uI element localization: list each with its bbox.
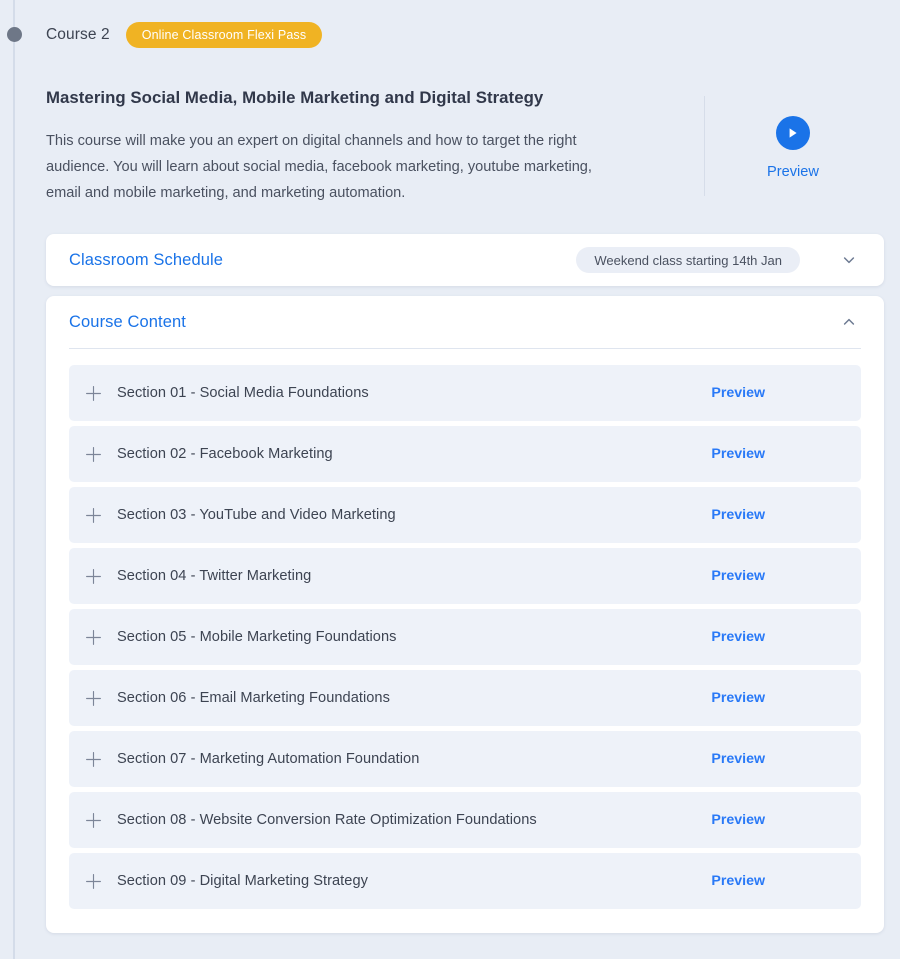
course-preview-button[interactable]: Preview — [767, 116, 819, 180]
section-title: Section 05 - Mobile Marketing Foundation… — [117, 629, 397, 645]
course-intro-text: Mastering Social Media, Mobile Marketing… — [46, 88, 656, 206]
course-preview-label: Preview — [767, 164, 819, 180]
section-row[interactable]: Section 08 - Website Conversion Rate Opt… — [69, 792, 861, 848]
timeline-dot — [7, 27, 22, 42]
course-number-label: Course 2 — [46, 26, 110, 43]
course-description: This course will make you an expert on d… — [46, 132, 592, 201]
section-row[interactable]: Section 09 - Digital Marketing Strategy P… — [69, 853, 861, 909]
plus-icon[interactable] — [83, 505, 103, 525]
plus-icon[interactable] — [83, 688, 103, 708]
classroom-schedule-title: Classroom Schedule — [69, 250, 224, 269]
section-title: Section 09 - Digital Marketing Strategy — [117, 873, 368, 889]
course-intro: Mastering Social Media, Mobile Marketing… — [30, 70, 900, 208]
chevron-up-icon[interactable] — [838, 311, 860, 333]
section-preview-link[interactable]: Preview — [711, 629, 765, 645]
timeline-rail — [13, 0, 15, 959]
section-preview-link[interactable]: Preview — [711, 385, 765, 401]
section-row[interactable]: Section 01 - Social Media Foundations Pre… — [69, 365, 861, 421]
section-row[interactable]: Section 03 - YouTube and Video Marketing… — [69, 487, 861, 543]
section-preview-link[interactable]: Preview — [711, 812, 765, 828]
course-content-title: Course Content — [69, 312, 186, 331]
course-title: Mastering Social Media, Mobile Marketing… — [46, 88, 544, 107]
plus-icon[interactable] — [83, 871, 103, 891]
section-row[interactable]: Section 02 - Facebook Marketing Preview — [69, 426, 861, 482]
section-title: Section 02 - Facebook Marketing — [117, 446, 333, 462]
course-content-header[interactable]: Course Content — [46, 296, 884, 348]
section-title: Section 08 - Website Conversion Rate Opt… — [117, 812, 537, 828]
classroom-schedule-header[interactable]: Classroom Schedule Weekend class startin… — [46, 234, 884, 286]
plus-icon[interactable] — [83, 810, 103, 830]
plus-icon[interactable] — [83, 627, 103, 647]
classroom-schedule-panel: Classroom Schedule Weekend class startin… — [46, 234, 884, 286]
course-type-badge: Online Classroom Flexi Pass — [125, 22, 323, 48]
plus-icon[interactable] — [83, 383, 103, 403]
chevron-down-icon[interactable] — [838, 249, 860, 271]
section-title: Section 06 - Email Marketing Foundations — [117, 690, 390, 706]
course-section-list: Section 01 - Social Media Foundations Pre… — [46, 349, 884, 933]
course-header-row: Course 2 Online Classroom Flexi Pass — [30, 0, 900, 70]
section-preview-link[interactable]: Preview — [711, 507, 765, 523]
section-preview-link[interactable]: Preview — [711, 446, 765, 462]
section-title: Section 01 - Social Media Foundations — [117, 385, 369, 401]
plus-icon[interactable] — [83, 566, 103, 586]
section-title: Section 07 - Marketing Automation Founda… — [117, 751, 420, 767]
section-title: Section 03 - YouTube and Video Marketing — [117, 507, 396, 523]
section-row[interactable]: Section 04 - Twitter Marketing Preview — [69, 548, 861, 604]
course-detail-page: Course 2 Online Classroom Flexi Pass Mas… — [0, 0, 900, 959]
section-preview-link[interactable]: Preview — [711, 751, 765, 767]
schedule-start-pill: Weekend class starting 14th Jan — [576, 247, 800, 273]
plus-icon[interactable] — [83, 444, 103, 464]
section-preview-link[interactable]: Preview — [711, 568, 765, 584]
section-preview-link[interactable]: Preview — [711, 690, 765, 706]
course-content-panel: Course Content Section 01 - Social Media… — [46, 296, 884, 933]
play-icon — [775, 116, 810, 150]
section-row[interactable]: Section 06 - Email Marketing Foundations… — [69, 670, 861, 726]
section-title: Section 04 - Twitter Marketing — [117, 568, 312, 584]
section-row[interactable]: Section 07 - Marketing Automation Founda… — [69, 731, 861, 787]
section-preview-link[interactable]: Preview — [711, 873, 765, 889]
section-row[interactable]: Section 05 - Mobile Marketing Foundation… — [69, 609, 861, 665]
intro-vertical-divider — [704, 96, 705, 196]
plus-icon[interactable] — [83, 749, 103, 769]
